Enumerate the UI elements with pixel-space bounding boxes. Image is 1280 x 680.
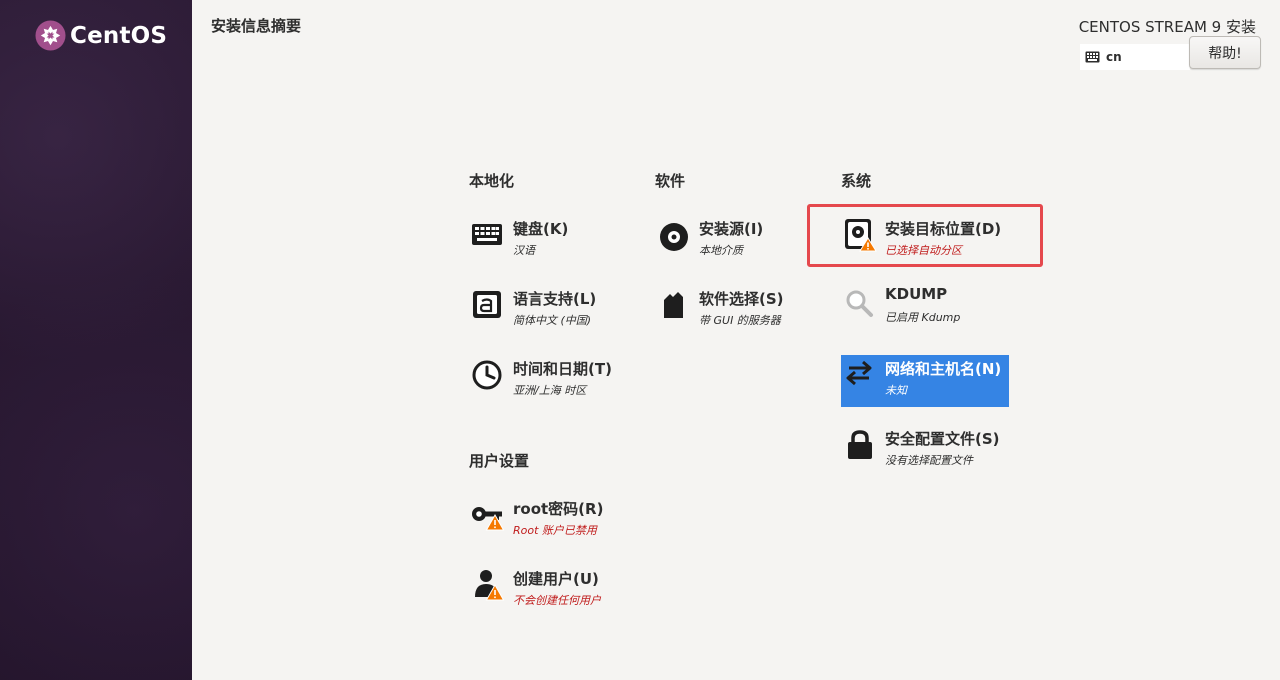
clock-icon (472, 360, 502, 390)
package-icon (664, 292, 683, 318)
network-arrows-icon (846, 360, 872, 386)
spoke-language-status: 简体中文 (中国) (513, 314, 592, 327)
spoke-software-selection[interactable]: 软件选择(S) 带 GUI 的服务器 (655, 280, 823, 332)
sidebar: CentOS (0, 0, 192, 680)
spoke-software-selection-status: 带 GUI 的服务器 (699, 314, 781, 327)
spoke-language-title: 语言支持(L) (513, 290, 597, 308)
centos-logo: CentOS (35, 20, 167, 51)
lock-icon (848, 430, 872, 459)
magnifier-icon (846, 290, 873, 317)
spoke-kdump-status: 已启用 Kdump (885, 311, 961, 324)
spoke-user-creation-status: 不会创建任何用户 (513, 594, 601, 607)
spoke-software-selection-title: 软件选择(S) (699, 290, 784, 308)
keyboard-small-icon (1085, 51, 1100, 63)
spoke-kdump-title: KDUMP (885, 285, 948, 303)
keyboard-layout-indicator[interactable]: cn (1080, 44, 1190, 70)
spoke-network-hostname[interactable]: 网络和主机名(N) 未知 (841, 355, 1009, 407)
help-button[interactable]: 帮助! (1189, 36, 1261, 69)
spoke-language[interactable]: 语言支持(L) 简体中文 (中国) (469, 280, 637, 332)
disc-icon (660, 223, 688, 251)
spoke-security-profile-status: 没有选择配置文件 (885, 454, 973, 467)
spoke-security-profile[interactable]: 安全配置文件(S) 没有选择配置文件 (841, 420, 1009, 472)
highlight-box (807, 204, 1043, 267)
section-localization: 本地化 (469, 172, 515, 190)
spoke-install-source-status: 本地介质 (699, 244, 743, 257)
spoke-user-creation[interactable]: 创建用户(U) 不会创建任何用户 (469, 560, 637, 612)
user-warning-icon (475, 570, 505, 601)
spoke-datetime[interactable]: 时间和日期(T) 亚洲/上海 时区 (469, 350, 637, 402)
spoke-network-hostname-status: 未知 (885, 384, 907, 397)
spoke-user-creation-title: 创建用户(U) (513, 570, 599, 588)
spoke-datetime-title: 时间和日期(T) (513, 360, 612, 378)
centos-logo-icon (35, 20, 66, 51)
spoke-kdump[interactable]: KDUMP 已启用 Kdump (841, 277, 1009, 329)
spoke-keyboard-status: 汉语 (513, 244, 535, 257)
product-title: CENTOS STREAM 9 安装 (1078, 18, 1256, 36)
spoke-keyboard[interactable]: 键盘(K) 汉语 (469, 210, 637, 262)
spoke-network-hostname-title: 网络和主机名(N) (885, 360, 1002, 378)
spoke-root-password[interactable]: root密码(R) Root 账户已禁用 (469, 490, 637, 542)
section-user-settings: 用户设置 (469, 452, 530, 470)
spoke-keyboard-title: 键盘(K) (513, 220, 569, 238)
keyboard-icon (472, 224, 502, 245)
spoke-security-profile-title: 安全配置文件(S) (885, 430, 1000, 448)
page-title: 安装信息摘要 (211, 17, 302, 35)
spoke-datetime-status: 亚洲/上海 时区 (513, 384, 587, 397)
spoke-install-source-title: 安装源(I) (699, 220, 764, 238)
keyboard-layout-label: cn (1106, 50, 1122, 64)
language-icon (473, 291, 501, 318)
section-system: 系统 (841, 172, 872, 190)
spoke-install-source[interactable]: 安装源(I) 本地介质 (655, 210, 823, 262)
key-warning-icon (472, 507, 505, 531)
centos-logo-text: CentOS (70, 22, 168, 49)
spoke-root-password-status: Root 账户已禁用 (513, 524, 597, 537)
spoke-root-password-title: root密码(R) (513, 500, 604, 518)
section-software: 软件 (655, 172, 686, 190)
